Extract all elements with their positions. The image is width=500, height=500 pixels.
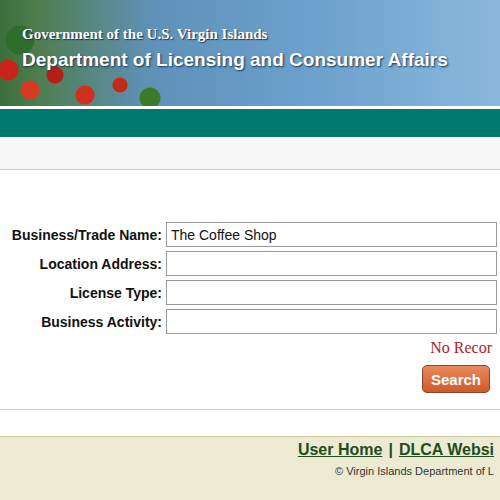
copyright: © Virgin Islands Department of L <box>335 465 494 477</box>
text-field[interactable] <box>166 280 497 305</box>
footer-links: User Home | DLCA Websi <box>298 441 494 459</box>
button-row: Search <box>0 365 500 393</box>
toolbar-strip <box>0 137 500 170</box>
search-form: Business/Trade Name: Location Address: Lic… <box>0 170 500 410</box>
text-field[interactable] <box>166 222 497 247</box>
nav-bar <box>0 109 500 137</box>
footer: User Home | DLCA Websi © Virgin Islands Dep… <box>0 436 500 500</box>
field-label: License Type: <box>0 285 162 301</box>
footer-link[interactable]: User Home <box>298 441 382 459</box>
header-banner: Government of the U.S. Virgin Islands Dep… <box>0 0 500 106</box>
search-button[interactable]: Search <box>422 365 490 393</box>
field-label: Business Activity: <box>0 314 162 330</box>
text-field[interactable] <box>166 309 497 334</box>
field-label: Location Address: <box>0 256 162 272</box>
footer-link[interactable]: DLCA Websi <box>399 441 494 459</box>
government-title: Government of the U.S. Virgin Islands <box>22 26 500 43</box>
link-separator: | <box>388 441 392 459</box>
field-label: Business/Trade Name: <box>0 227 162 243</box>
text-field[interactable] <box>166 251 497 276</box>
form-grid: Business/Trade Name: Location Address: Lic… <box>0 222 500 334</box>
status-message: No Recor <box>0 339 500 359</box>
department-title: Department of Licensing and Consumer Aff… <box>22 49 500 71</box>
